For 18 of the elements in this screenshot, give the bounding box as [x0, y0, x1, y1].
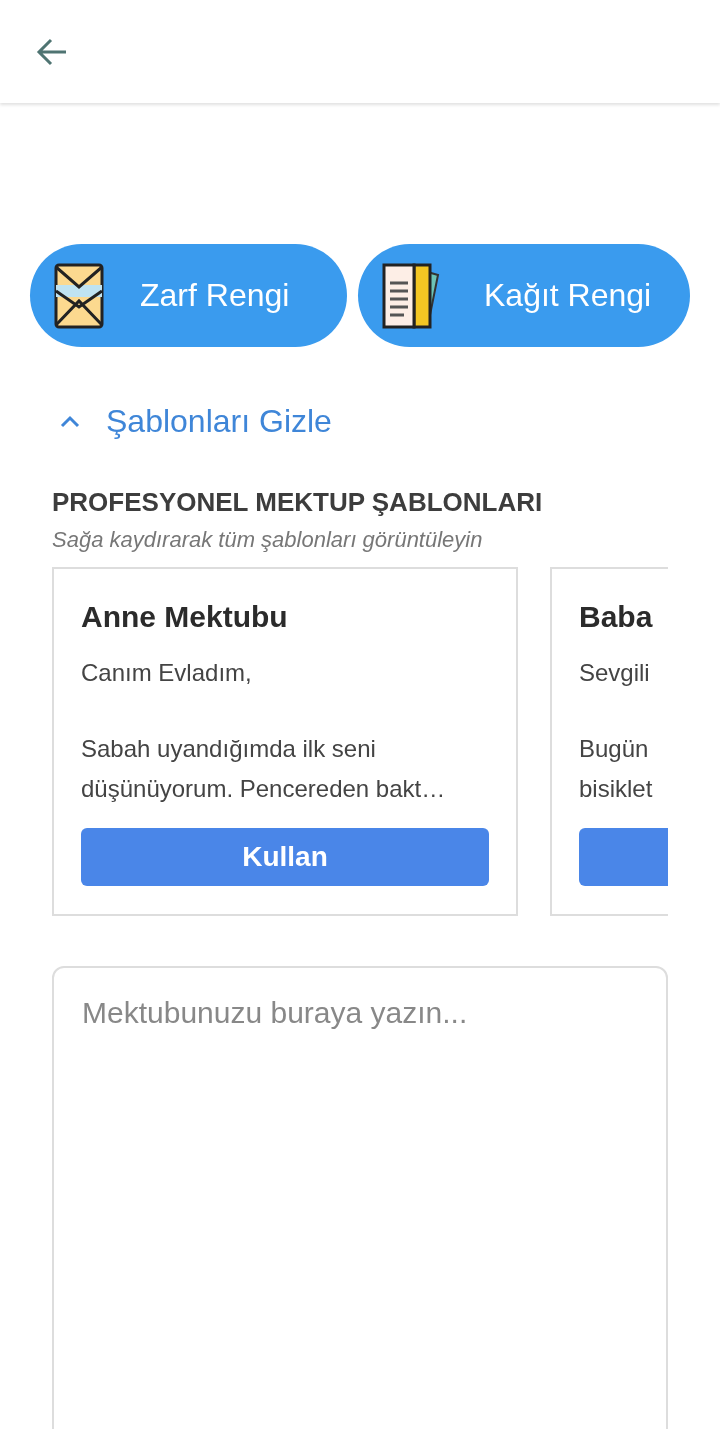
card-title: Anne Mektubu — [81, 599, 288, 635]
card-preview-line: Bugün — [579, 734, 649, 764]
color-button[interactable]: Kağıt Rengi — [358, 244, 690, 347]
chevron-icon — [60, 414, 80, 428]
color-button[interactable]: Zarf Rengi — [30, 244, 347, 347]
card-preview-line: bisiklet — [579, 774, 653, 804]
hide-templates-toggle[interactable]: Şablonları Gizle — [60, 399, 332, 443]
use-button[interactable]: Kullan — [81, 828, 489, 886]
card-greeting: Canım Evladım, — [81, 658, 252, 688]
card-preview-line: Sabah uyandığımda ilk seni — [81, 734, 376, 764]
envelope-icon — [54, 262, 104, 329]
card-preview-line: düşünüyorum. Pencereden bakt… — [81, 774, 446, 804]
card-title: Baba — [579, 599, 653, 635]
document-icon — [382, 262, 442, 329]
scroll-hint: Sağa kaydırarak tüm şablonları görüntüleyin — [52, 526, 484, 554]
card-greeting: Sevgili — [579, 658, 650, 688]
letter-field[interactable]: Mektubunuzu buraya yazın... — [52, 966, 668, 1429]
section-title: PROFESYONEL MEKTUP ŞABLONLARI — [52, 486, 544, 519]
